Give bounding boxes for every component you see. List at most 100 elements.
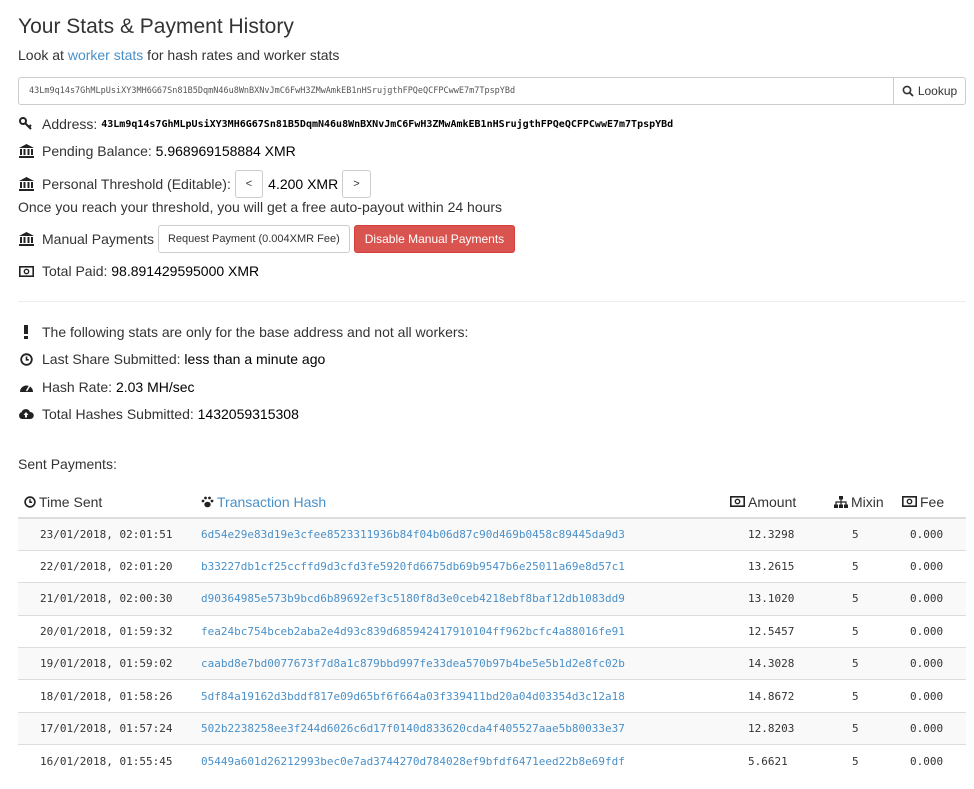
request-payment-button[interactable]: Request Payment (0.004XMR Fee) — [157, 225, 350, 253]
table-row: 22/01/2018, 02:01:20 b33227db1cf25ccffd9d… — [18, 549, 966, 583]
cell-amount: 12.5457 — [726, 614, 824, 648]
pending-balance-value: 5.968969158884 XMR — [155, 143, 296, 159]
cell-hash: caabd8e7bd0077673f7d8a1c879bbd997fe33dea… — [201, 647, 726, 680]
hash-rate-row: Hash Rate: 2.03 MH/sec — [18, 379, 195, 395]
disable-manual-payments-button[interactable]: Disable Manual Payments — [353, 225, 516, 253]
total-hashes-value: 1432059315308 — [197, 406, 299, 422]
transaction-hash-link[interactable]: d90364985e573b9bcd6b89692ef3c5180f8d3e0c… — [201, 592, 625, 605]
key-icon — [18, 116, 34, 132]
transaction-hash-link[interactable]: b33227db1cf25ccffd9d3cfd3fe5920fd6675db6… — [201, 560, 625, 573]
bank-icon — [18, 231, 34, 247]
worker-stats-link[interactable]: worker stats — [68, 47, 143, 63]
cell-amount: 5.6621 — [726, 744, 824, 778]
clock-icon — [18, 351, 34, 367]
total-hashes-row: Total Hashes Submitted: 1432059315308 — [18, 406, 299, 422]
cell-hash: 502b2238258ee3f244d6026c6d17f0140d833620… — [201, 711, 726, 745]
cell-amount: 14.3028 — [726, 647, 824, 680]
address-row: Address: 43Lm9q14s7GhMLpUsiXY3MH6G67Sn81… — [18, 116, 673, 132]
cell-mixin: 5 — [824, 711, 899, 745]
hash-rate-value: 2.03 MH/sec — [115, 379, 195, 395]
cell-mixin: 5 — [824, 582, 899, 616]
threshold-value: 4.200 XMR — [268, 176, 339, 192]
total-paid-row: Total Paid: 98.891429595000 XMR — [18, 263, 259, 279]
header-fee-label: Fee — [920, 493, 945, 510]
table-row: 16/01/2018, 01:55:45 05449a601d26212993be… — [18, 744, 966, 778]
dashboard-icon — [18, 379, 34, 395]
lookup-button-label: Lookup — [917, 84, 958, 98]
clock-icon — [24, 495, 36, 508]
cell-mixin: 5 — [824, 647, 899, 680]
threshold-increase-button[interactable]: > — [342, 170, 371, 198]
address-input[interactable] — [19, 78, 893, 104]
last-share-label: Last Share Submitted: — [42, 351, 181, 367]
header-time-label: Time Sent — [39, 493, 103, 510]
transaction-hash-link[interactable]: fea24bc754bceb2aba2e4d93c839d68594241791… — [201, 625, 625, 638]
transaction-hash-link[interactable]: 05449a601d26212993bec0e7ad3744270d784028… — [201, 755, 625, 768]
cell-hash: 05449a601d26212993bec0e7ad3744270d784028… — [201, 744, 726, 778]
sent-payments-label: Sent Payments: — [18, 456, 117, 472]
subtitle-prefix: Look at — [18, 47, 68, 63]
cell-fee: 0.000 — [899, 582, 966, 616]
cell-time: 19/01/2018, 01:59:02 — [18, 647, 201, 680]
threshold-row: Personal Threshold (Editable): < 4.200 X… — [18, 170, 371, 198]
page-subtitle: Look at worker stats for hash rates and … — [18, 47, 339, 63]
manual-payments-row: Manual Payments Request Payment (0.004XM… — [18, 225, 516, 253]
header-time: Time Sent — [18, 487, 201, 519]
cell-mixin: 5 — [824, 614, 899, 648]
last-share-row: Last Share Submitted: less than a minute… — [18, 351, 325, 367]
payments-table: Time Sent Transaction Hash Amount Mixin … — [18, 487, 966, 778]
cell-amount: 13.2615 — [726, 549, 824, 583]
subtitle-suffix: for hash rates and worker stats — [143, 47, 340, 63]
cell-hash: b33227db1cf25ccffd9d3cfd3fe5920fd6675db6… — [201, 549, 726, 583]
paw-icon — [201, 496, 214, 507]
cell-fee: 0.000 — [899, 744, 966, 778]
cell-fee: 0.000 — [899, 711, 966, 745]
section-divider — [18, 301, 966, 302]
bank-icon — [18, 176, 34, 192]
header-hash-label: Transaction Hash — [217, 493, 327, 510]
cell-amount: 12.8203 — [726, 711, 824, 745]
search-icon — [902, 85, 914, 97]
total-hashes-label: Total Hashes Submitted: — [42, 406, 194, 422]
header-mixin-label: Mixin — [851, 493, 884, 510]
transaction-hash-link[interactable]: 502b2238258ee3f244d6026c6d17f0140d833620… — [201, 722, 625, 735]
money-icon — [902, 496, 917, 508]
cell-mixin: 5 — [824, 549, 899, 583]
table-row: 21/01/2018, 02:00:30 d90364985e573b9bcd6b… — [18, 582, 966, 616]
header-hash: Transaction Hash — [201, 487, 726, 519]
money-icon — [18, 263, 34, 279]
cell-amount: 13.1020 — [726, 582, 824, 616]
cell-fee: 0.000 — [899, 679, 966, 713]
table-row: 18/01/2018, 01:58:26 5df84a19162d3bddf817… — [18, 679, 966, 713]
cell-mixin: 5 — [824, 679, 899, 713]
threshold-note: Once you reach your threshold, you will … — [18, 199, 503, 215]
transaction-hash-link[interactable]: caabd8e7bd0077673f7d8a1c879bbd997fe33dea… — [201, 657, 625, 670]
address-value: 43Lm9q14s7GhMLpUsiXY3MH6G67Sn81B5DqmN46u… — [101, 118, 674, 130]
cell-time: 22/01/2018, 02:01:20 — [18, 549, 201, 583]
transaction-hash-link[interactable]: 5df84a19162d3bddf817e09d65bf6f664a03f339… — [201, 690, 625, 703]
cell-fee: 0.000 — [899, 614, 966, 648]
cell-fee: 0.000 — [899, 549, 966, 583]
address-label: Address: — [42, 116, 98, 132]
cell-mixin: 5 — [824, 517, 899, 551]
cell-time: 18/01/2018, 01:58:26 — [18, 679, 201, 713]
last-share-value: less than a minute ago — [184, 351, 326, 367]
pending-balance-label: Pending Balance: — [42, 143, 152, 159]
lookup-button[interactable]: Lookup — [893, 78, 965, 104]
cell-hash: 5df84a19162d3bddf817e09d65bf6f664a03f339… — [201, 679, 726, 713]
total-paid-label: Total Paid: — [42, 263, 108, 279]
cell-fee: 0.000 — [899, 647, 966, 680]
table-row: 23/01/2018, 02:01:51 6d54e29e83d19e3cfee8… — [18, 517, 966, 551]
table-row: 20/01/2018, 01:59:32 fea24bc754bceb2aba2e… — [18, 614, 966, 648]
manual-payments-label: Manual Payments — [42, 231, 155, 247]
header-amount-label: Amount — [748, 493, 797, 510]
page-title: Your Stats & Payment History — [18, 15, 294, 38]
base-notice-row: The following stats are only for the bas… — [18, 324, 468, 340]
address-lookup-bar: Lookup — [18, 77, 966, 105]
cell-time: 20/01/2018, 01:59:32 — [18, 614, 201, 648]
exclamation-icon — [18, 324, 34, 340]
transaction-hash-link[interactable]: 6d54e29e83d19e3cfee8523311936b84f04b06d8… — [201, 528, 625, 541]
threshold-decrease-button[interactable]: < — [234, 170, 264, 198]
sitemap-icon — [834, 495, 848, 508]
cell-time: 16/01/2018, 01:55:45 — [18, 744, 201, 778]
